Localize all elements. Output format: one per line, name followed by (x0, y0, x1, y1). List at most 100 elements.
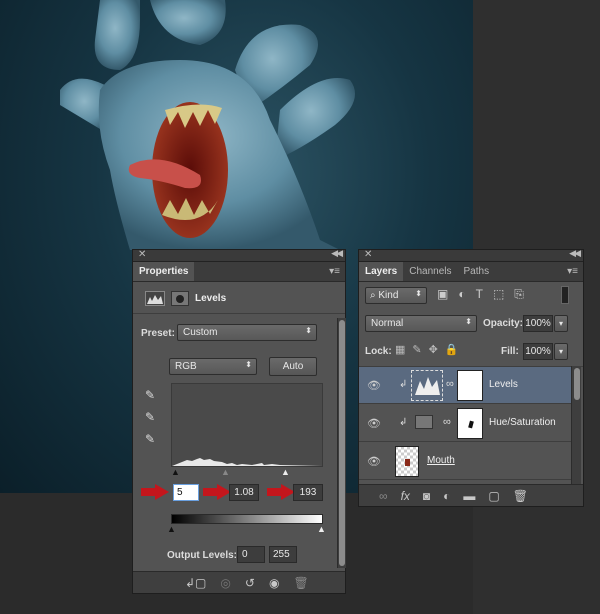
mask-icon[interactable] (171, 291, 189, 306)
view-previous-icon[interactable]: ◎ (220, 576, 230, 590)
output-white-slider[interactable]: ▲ (317, 524, 326, 534)
black-point-slider[interactable]: ▲ (171, 467, 180, 477)
type-filter-icon[interactable]: T (476, 287, 483, 302)
link-icon[interactable]: ∞ (443, 416, 451, 428)
input-gamma-field[interactable]: 1.08 (229, 484, 259, 501)
scroll-thumb[interactable] (339, 320, 345, 566)
output-white-field[interactable]: 255 (269, 546, 297, 563)
lock-label: Lock: (365, 346, 392, 357)
fill-label: Fill: (501, 346, 519, 357)
properties-panel: ✕ ◀◀ Properties ▾≡ Levels Preset: Custom… (132, 248, 346, 594)
levels-adjustment-thumb (411, 370, 443, 401)
preset-select[interactable]: Custom ⬍ (177, 324, 317, 341)
layer-name: Levels (489, 379, 518, 390)
lock-image-brush-icon[interactable]: ✎ (412, 343, 421, 356)
gray-eyedropper-icon[interactable]: ✎ (145, 410, 155, 424)
add-mask-icon[interactable]: ◙ (423, 489, 430, 503)
clip-icon: ↲ (399, 417, 408, 428)
layers-scrollbar[interactable] (571, 366, 581, 484)
layer-mask-thumb (457, 408, 483, 439)
lock-transparent-icon[interactable]: ▦ (395, 343, 405, 356)
updown-icon: ⬍ (415, 289, 422, 298)
histogram (171, 383, 323, 467)
input-slider-track[interactable]: ▲ ▲ ▲ (171, 467, 323, 477)
collapse-icon[interactable]: ◀◀ (569, 248, 581, 259)
lock-all-icon[interactable]: 🔒 (445, 343, 459, 356)
histogram-graph (172, 458, 322, 466)
layer-row-levels[interactable]: 👁 ↲ ∞ Levels (359, 367, 571, 404)
tab-properties[interactable]: Properties (133, 262, 195, 281)
tab-paths[interactable]: Paths (458, 262, 496, 281)
layer-mask-thumb (457, 370, 483, 401)
collapse-icon[interactable]: ◀◀ (331, 248, 343, 259)
eye-icon[interactable]: 👁 (367, 379, 381, 392)
properties-scrollbar[interactable] (337, 318, 346, 568)
visibility-eye-icon[interactable]: ◉ (269, 576, 279, 590)
white-point-slider[interactable]: ▲ (281, 467, 290, 477)
layer-row-hue-saturation[interactable]: 👁 ↲ ∞ Hue/Saturation (359, 405, 571, 442)
new-adjustment-icon[interactable]: ◐ (443, 489, 450, 503)
new-group-icon[interactable]: ▬ (463, 489, 475, 503)
output-slider-track[interactable]: ▲ ▲ (167, 524, 326, 534)
input-black-field[interactable]: 5 (173, 484, 199, 501)
tab-layers[interactable]: Layers (359, 262, 404, 281)
auto-button[interactable]: Auto (269, 357, 317, 376)
output-black-slider[interactable]: ▲ (167, 524, 176, 534)
properties-tabbar: Properties ▾≡ (133, 262, 345, 282)
lock-position-move-icon[interactable]: ✥ (429, 343, 438, 356)
filter-toggle[interactable] (561, 286, 569, 304)
output-black-field[interactable]: 0 (237, 546, 265, 563)
trash-icon[interactable]: 🗑 (513, 489, 528, 503)
properties-footer: ↲▢ ◎ ↺ ◉ 🗑 (133, 571, 345, 593)
layer-row-mouth[interactable]: 👁 Mouth (359, 443, 571, 480)
shape-filter-icon[interactable]: ⬚ (493, 287, 504, 302)
updown-icon: ⬍ (305, 326, 312, 335)
new-layer-icon[interactable]: ▢ (488, 489, 499, 503)
tab-channels[interactable]: Channels (403, 262, 457, 281)
white-eyedropper-icon[interactable]: ✎ (145, 432, 155, 446)
fx-icon[interactable]: fx (401, 489, 410, 503)
panel-menu-icon[interactable]: ▾≡ (329, 266, 340, 277)
layers-panel: ✕ ◀◀ Layers Channels Paths ▾≡ ⌕ Kind ⬍ ▣… (358, 248, 584, 507)
layers-footer: ∞ fx ◙ ◐ ▬ ▢ 🗑 (359, 484, 583, 506)
output-gradient (171, 514, 323, 524)
clip-to-layer-icon[interactable]: ↲▢ (185, 576, 206, 590)
opacity-value: 100% (525, 318, 551, 329)
fill-field[interactable]: 100% (523, 343, 553, 360)
panel-menu-icon[interactable]: ▾≡ (567, 266, 578, 277)
hue-saturation-icon (415, 415, 433, 429)
eye-icon[interactable]: 👁 (367, 455, 381, 468)
clip-icon: ↲ (399, 379, 408, 390)
gamma-slider[interactable]: ▲ (221, 467, 230, 477)
black-eyedropper-icon[interactable]: ✎ (145, 388, 155, 402)
filter-kind-label: Kind (378, 290, 399, 301)
smart-object-filter-icon[interactable]: ⎘ (514, 287, 524, 302)
fill-value: 100% (525, 346, 551, 357)
filter-kind-select[interactable]: ⌕ Kind ⬍ (365, 287, 427, 304)
link-layers-icon[interactable]: ∞ (379, 489, 388, 503)
adjustment-filter-icon[interactable]: ◐ (458, 287, 465, 302)
panel-topbar: ✕ ◀◀ (359, 248, 583, 262)
fill-dropdown[interactable]: ▾ (554, 343, 568, 360)
opacity-dropdown[interactable]: ▾ (554, 315, 568, 332)
link-icon[interactable]: ∞ (446, 378, 454, 390)
blend-mode-value: Normal (371, 318, 404, 329)
close-icon[interactable]: ✕ (364, 249, 372, 260)
preset-label: Preset: (141, 328, 175, 339)
opacity-field[interactable]: 100% (523, 315, 553, 332)
panel-topbar: ✕ ◀◀ (133, 248, 345, 262)
channel-select[interactable]: RGB ⬍ (169, 358, 257, 375)
pixel-filter-icon[interactable]: ▣ (437, 287, 448, 302)
input-white-field[interactable]: 193 (293, 484, 323, 501)
scroll-thumb[interactable] (574, 368, 580, 400)
auto-label: Auto (282, 361, 304, 372)
blend-mode-select[interactable]: Normal ⬍ (365, 315, 477, 332)
filter-icons: ▣ ◐ T ⬚ ⎘ (437, 287, 524, 302)
layer-name: Hue/Saturation (489, 417, 556, 428)
histogram-icon[interactable] (145, 291, 165, 306)
layer-name: Mouth (427, 455, 455, 466)
reset-icon[interactable]: ↺ (245, 576, 255, 590)
eye-icon[interactable]: 👁 (367, 417, 381, 430)
close-icon[interactable]: ✕ (138, 249, 146, 260)
trash-icon[interactable]: 🗑 (293, 576, 308, 590)
